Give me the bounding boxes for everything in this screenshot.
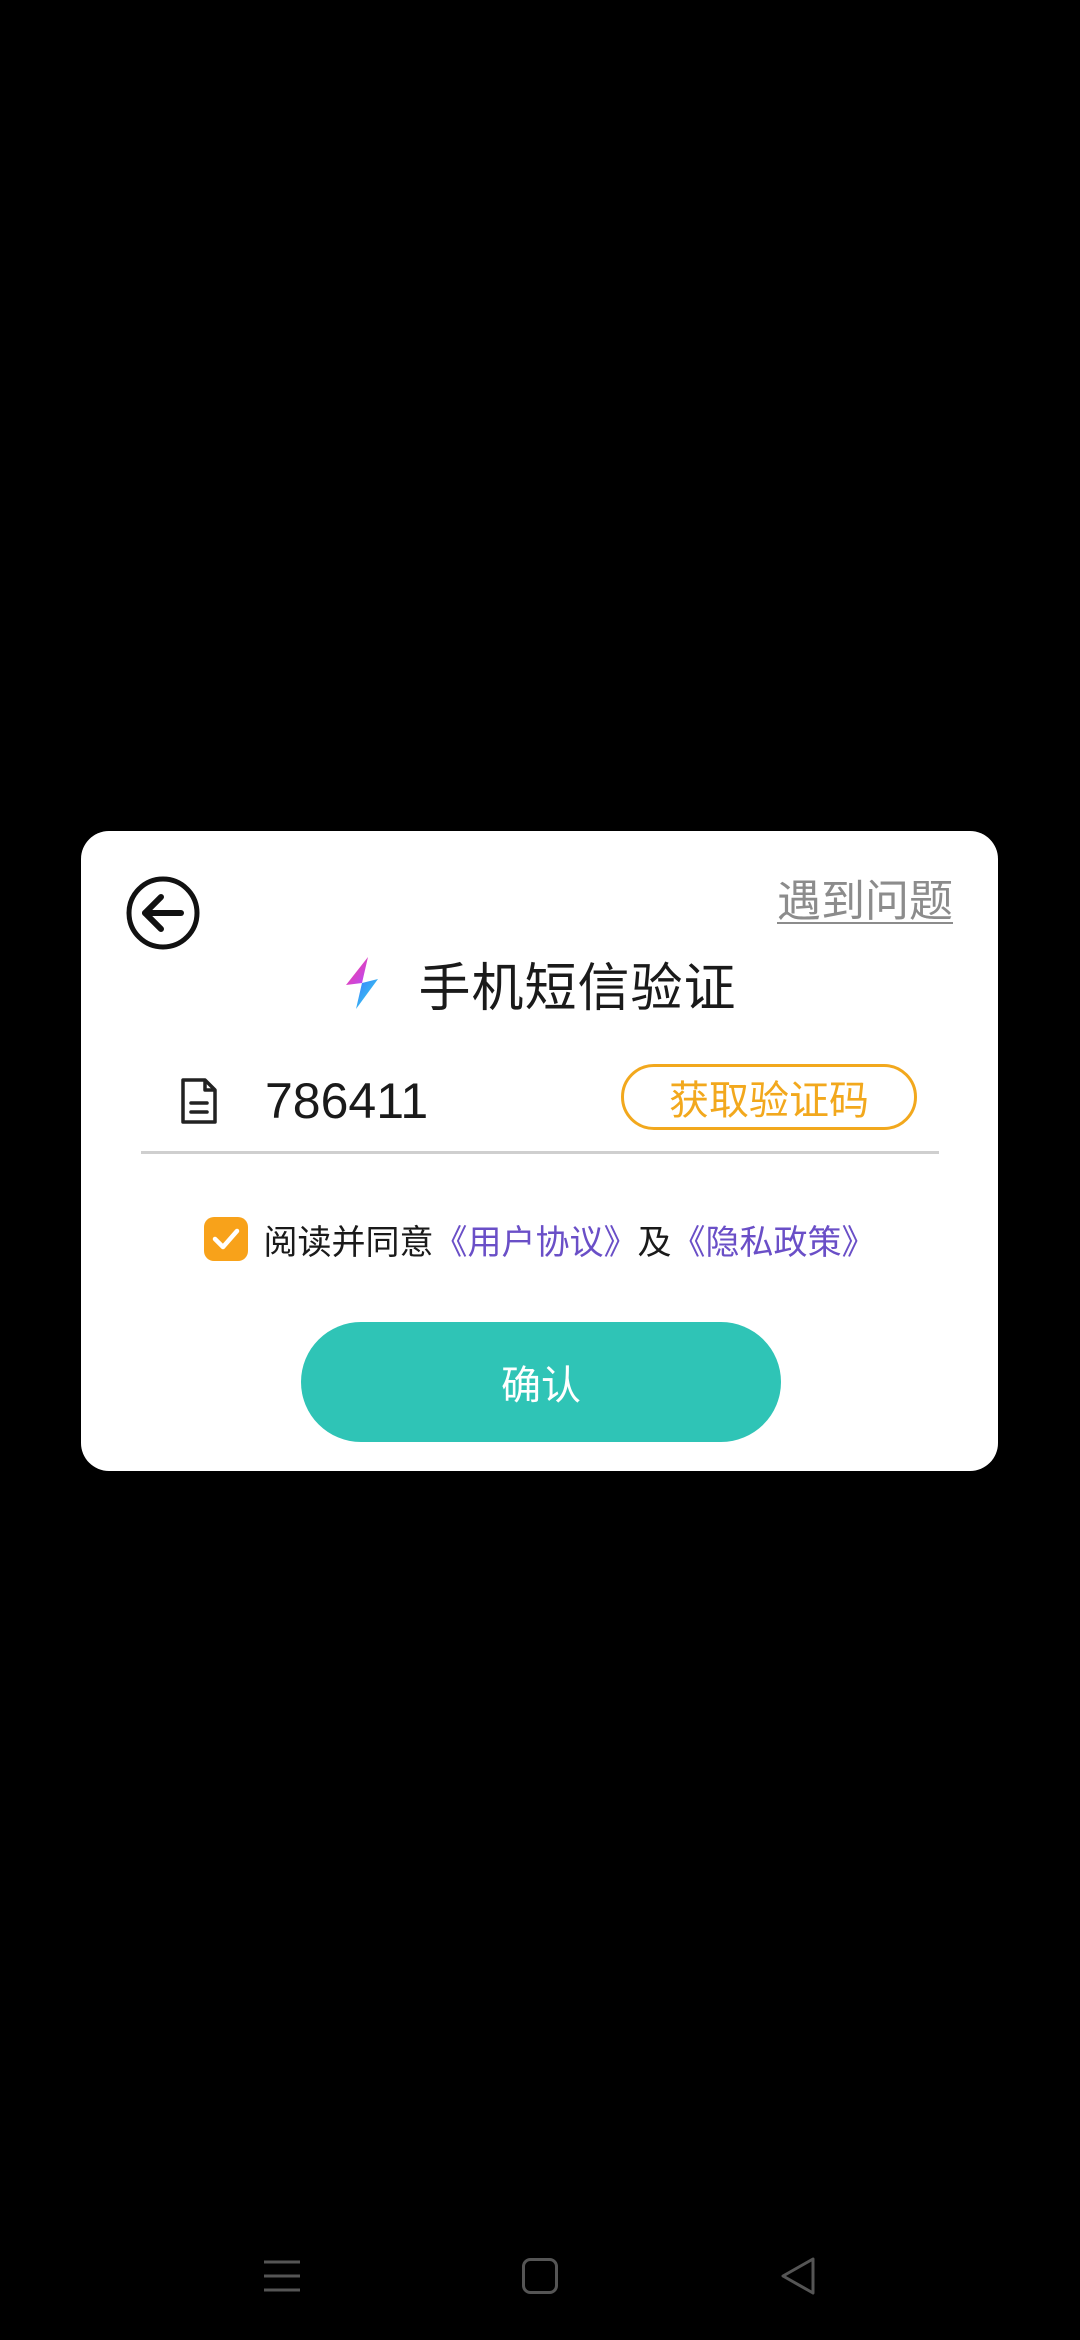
agreement-row: 阅读并同意 《用户协议》 及 《隐私政策》	[81, 1211, 998, 1267]
privacy-policy-link[interactable]: 《隐私政策》	[672, 1215, 876, 1264]
confirm-button[interactable]: 确认	[301, 1322, 781, 1442]
back-arrow-circle-icon	[126, 876, 200, 950]
help-link[interactable]: 遇到问题	[777, 875, 953, 929]
back-button[interactable]	[125, 875, 201, 951]
checkmark-icon	[212, 1228, 239, 1250]
nav-home-button[interactable]	[510, 2248, 570, 2304]
verification-code-input[interactable]	[265, 1065, 595, 1137]
agreement-prefix: 阅读并同意	[263, 1222, 434, 1263]
agree-checkbox[interactable]	[203, 1217, 248, 1261]
menu-lines-icon	[264, 2260, 300, 2292]
title-row: 手机短信验证	[81, 945, 998, 1021]
lightning-bolt-icon	[346, 957, 379, 1009]
home-square-icon	[522, 2258, 558, 2294]
page-title: 手机短信验证	[418, 958, 737, 1019]
verification-code-row: 获取验证码	[141, 1051, 939, 1154]
user-agreement-link[interactable]: 《用户协议》	[434, 1215, 638, 1264]
sms-verification-dialog: 遇到问题 手机短信验证 获取验证码	[81, 831, 998, 1471]
system-navigation-bar	[0, 2220, 1080, 2330]
get-code-button[interactable]: 获取验证码	[621, 1064, 917, 1130]
nav-back-button[interactable]	[768, 2248, 828, 2304]
back-triangle-icon	[781, 2257, 815, 2295]
nav-menu-button[interactable]	[252, 2248, 312, 2304]
document-icon	[181, 1078, 217, 1124]
agreement-conjunction: 及	[637, 1222, 672, 1263]
